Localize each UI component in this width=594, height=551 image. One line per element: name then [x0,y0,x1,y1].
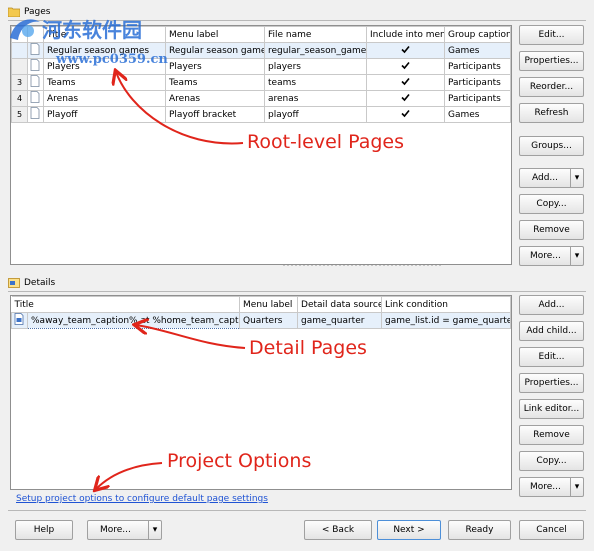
detail-pages-annotation: Detail Pages [249,337,367,359]
project-options-arrow [96,462,163,489]
detail-pages-arrow [136,325,246,349]
root-pages-arrow [116,72,244,145]
root-pages-annotation: Root-level Pages [247,131,405,153]
project-options-annotation: Project Options [167,450,312,472]
